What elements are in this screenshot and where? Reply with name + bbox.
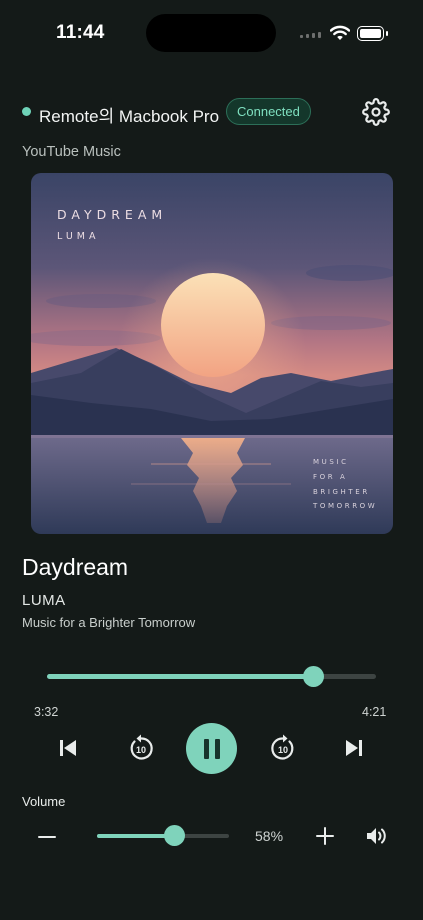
volume-slider[interactable] bbox=[97, 825, 229, 846]
artwork-tagline-line: MUSIC bbox=[313, 458, 349, 466]
playback-progress-slider[interactable] bbox=[47, 666, 376, 687]
connection-status-badge: Connected bbox=[226, 98, 311, 125]
next-track-button[interactable] bbox=[342, 736, 366, 760]
forward-10-icon: 10 bbox=[271, 734, 294, 760]
gear-icon[interactable] bbox=[362, 98, 390, 126]
rewind-10-button[interactable]: 10 bbox=[126, 733, 156, 763]
skip-next-icon bbox=[346, 740, 362, 756]
mute-button[interactable] bbox=[364, 824, 388, 848]
rewind-seconds-label: 10 bbox=[136, 745, 146, 755]
play-pause-button[interactable] bbox=[186, 723, 237, 774]
volume-decrease-button[interactable] bbox=[36, 826, 58, 848]
skip-previous-icon bbox=[60, 740, 76, 756]
pause-icon bbox=[203, 738, 220, 759]
elapsed-time: 3:32 bbox=[34, 705, 59, 719]
total-time: 4:21 bbox=[362, 705, 387, 719]
cellular-signal-icon bbox=[300, 30, 324, 38]
plus-icon bbox=[316, 827, 334, 845]
volume-percent: 58% bbox=[255, 828, 284, 844]
device-name: Remote의 Macbook Pro bbox=[39, 107, 220, 126]
forward-seconds-label: 10 bbox=[278, 745, 288, 755]
minus-icon bbox=[38, 836, 56, 838]
artwork-tagline-line: BRIGHTER bbox=[313, 488, 370, 496]
artwork-title-text: DAYDREAM bbox=[57, 207, 168, 222]
track-artist: LUMA bbox=[22, 592, 66, 609]
speaker-icon bbox=[367, 828, 386, 844]
replay-10-icon: 10 bbox=[130, 734, 153, 760]
album-artwork: DAYDREAM LUMA MUSIC FOR A BRIGHTER TOMOR… bbox=[31, 173, 393, 534]
artwork-artist-text: LUMA bbox=[57, 231, 100, 242]
volume-label: Volume bbox=[22, 794, 66, 809]
previous-track-button[interactable] bbox=[56, 736, 80, 760]
track-album: Music for a Brighter Tomorrow bbox=[22, 615, 196, 630]
status-bar: 11:44 bbox=[0, 0, 423, 70]
progress-thumb[interactable] bbox=[303, 666, 325, 687]
track-title: Daydream bbox=[22, 554, 129, 580]
dynamic-island bbox=[146, 14, 276, 52]
connection-indicator-dot bbox=[22, 107, 31, 116]
artwork-tagline-line: TOMORROW bbox=[313, 502, 378, 510]
battery-full-icon bbox=[357, 26, 388, 41]
source-app-label: YouTube Music bbox=[22, 144, 121, 160]
device-header: Remote의 Macbook Pro Connected bbox=[22, 96, 400, 128]
volume-thumb[interactable] bbox=[163, 825, 185, 846]
forward-10-button[interactable]: 10 bbox=[268, 733, 298, 763]
progress-fill bbox=[47, 674, 314, 679]
volume-fill bbox=[97, 834, 174, 838]
artwork-tagline-line: FOR A bbox=[313, 473, 348, 481]
volume-increase-button[interactable] bbox=[314, 825, 336, 847]
status-time: 11:44 bbox=[56, 22, 105, 43]
wifi-icon bbox=[330, 25, 350, 40]
